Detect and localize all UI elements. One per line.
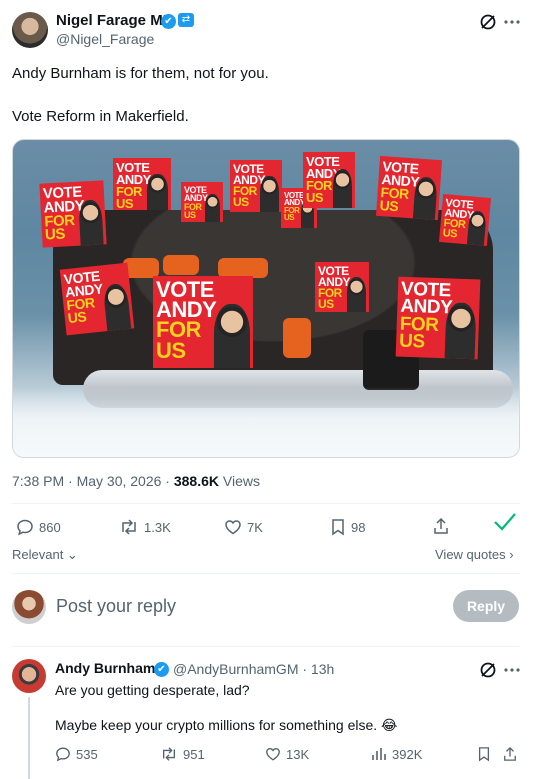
- like-count: 7K: [247, 519, 263, 535]
- chevron-down-icon: ⌄: [63, 547, 78, 562]
- view-quotes-label: View quotes: [435, 547, 506, 562]
- sea-foam: [13, 387, 519, 457]
- verified-badge-icon: ✔: [154, 662, 169, 677]
- comment-author-name[interactable]: Andy Burnham: [55, 660, 155, 676]
- repost-button[interactable]: 1.3K: [119, 518, 171, 536]
- tweet-text-line1: Andy Burnham is for them, not for you.: [12, 65, 269, 82]
- sort-label: Relevant: [12, 547, 64, 562]
- affiliation-badge-icon: ⇄: [178, 13, 194, 27]
- grok-icon[interactable]: [478, 12, 498, 32]
- placard: VOTE ANDY FOR US: [153, 276, 253, 368]
- verified-badge-icon: ✔: [161, 14, 176, 29]
- view-count: 388.6K: [173, 473, 220, 489]
- tweet-text-line2: Vote Reform in Makerfield.: [12, 108, 189, 125]
- more-icon[interactable]: [502, 12, 522, 32]
- placard: VOTE ANDY FOR US: [438, 193, 492, 247]
- comment-text-line2: Maybe keep your crypto millions for some…: [55, 716, 397, 734]
- tweet-photo[interactable]: 25 VOTEANDYFORUS VOTEANDYFORUS VOTEANDYF…: [12, 139, 520, 458]
- sort-relevant[interactable]: Relevant ⌄: [12, 547, 78, 563]
- reply-icon: [17, 519, 33, 536]
- comment-author-handle[interactable]: @AndyBurnhamGM · 13h: [173, 661, 334, 677]
- repost-icon: [122, 519, 136, 535]
- comment-view-count: 392K: [392, 746, 423, 762]
- reply-button[interactable]: 860: [16, 518, 61, 536]
- placard: VOTE ANDY FOR US: [39, 180, 107, 248]
- comment-author-avatar[interactable]: [12, 659, 46, 693]
- share-icon[interactable]: [500, 744, 520, 764]
- placard: VOTE ANDY FOR US: [395, 276, 481, 360]
- placard: VOTE ANDY FOR US: [375, 155, 443, 221]
- author-name[interactable]: Nigel Farage MP: [56, 12, 173, 29]
- placard: VOTE ANDY FOR US: [230, 160, 282, 212]
- views-label: Views: [219, 473, 260, 489]
- divider: [12, 646, 520, 647]
- comment-repost-button[interactable]: 951: [160, 746, 205, 762]
- repost-icon: [163, 747, 175, 761]
- author-handle[interactable]: @Nigel_Farage: [56, 31, 154, 47]
- placard: VOTE ANDY FOR US: [315, 262, 369, 312]
- reply-submit-button[interactable]: Reply: [453, 590, 519, 622]
- reply-count: 860: [39, 519, 61, 535]
- comment-like-count: 13K: [286, 746, 310, 762]
- bookmark-count: 98: [351, 519, 366, 535]
- like-icon: [266, 747, 280, 761]
- life-vest: [283, 318, 311, 358]
- comment-views-button[interactable]: 392K: [371, 746, 422, 762]
- repost-count: 1.3K: [144, 519, 171, 535]
- bookmark-button[interactable]: 98: [330, 518, 365, 536]
- grok-icon[interactable]: [478, 660, 498, 680]
- divider: [12, 573, 520, 574]
- current-user-avatar: [12, 590, 46, 624]
- reply-input[interactable]: Post your reply: [56, 596, 176, 617]
- comment-text-line1: Are you getting desperate, lad?: [55, 682, 250, 698]
- comment-repost-count: 951: [183, 746, 205, 762]
- comment-like-button[interactable]: 13K: [265, 746, 309, 762]
- views-icon: [372, 748, 386, 760]
- timestamp[interactable]: 7:38 PM · May 30, 2026 ·: [12, 473, 174, 489]
- comment-reply-button[interactable]: 535: [55, 746, 98, 762]
- placard: VOTE ANDY FOR US: [303, 152, 355, 208]
- life-vest: [163, 255, 199, 275]
- comment-reply-count: 535: [76, 746, 98, 762]
- divider: [12, 503, 520, 504]
- bookmark-icon[interactable]: [474, 744, 494, 764]
- check-icon: [492, 510, 518, 534]
- tweet-meta: 7:38 PM · May 30, 2026 · 388.6K Views: [12, 473, 260, 489]
- placard: VOTE ANDY FOR US: [59, 262, 135, 336]
- laughing-emoji-icon: 😂: [381, 717, 398, 733]
- bookmark-icon: [332, 519, 344, 536]
- thread-line: [28, 697, 30, 779]
- life-vest: [218, 258, 268, 278]
- like-icon: [225, 520, 241, 535]
- view-quotes-link[interactable]: View quotes ›: [435, 547, 514, 562]
- like-button[interactable]: 7K: [224, 518, 263, 536]
- placard: VOTE ANDY FOR US: [181, 182, 223, 222]
- chevron-right-icon: ›: [505, 547, 514, 562]
- more-icon[interactable]: [502, 660, 522, 680]
- share-icon[interactable]: [431, 516, 451, 536]
- placard: VOTE ANDY FOR US: [113, 158, 171, 210]
- reply-icon: [56, 747, 70, 762]
- comment-text: Maybe keep your crypto millions for some…: [55, 717, 378, 733]
- author-avatar[interactable]: [12, 12, 48, 48]
